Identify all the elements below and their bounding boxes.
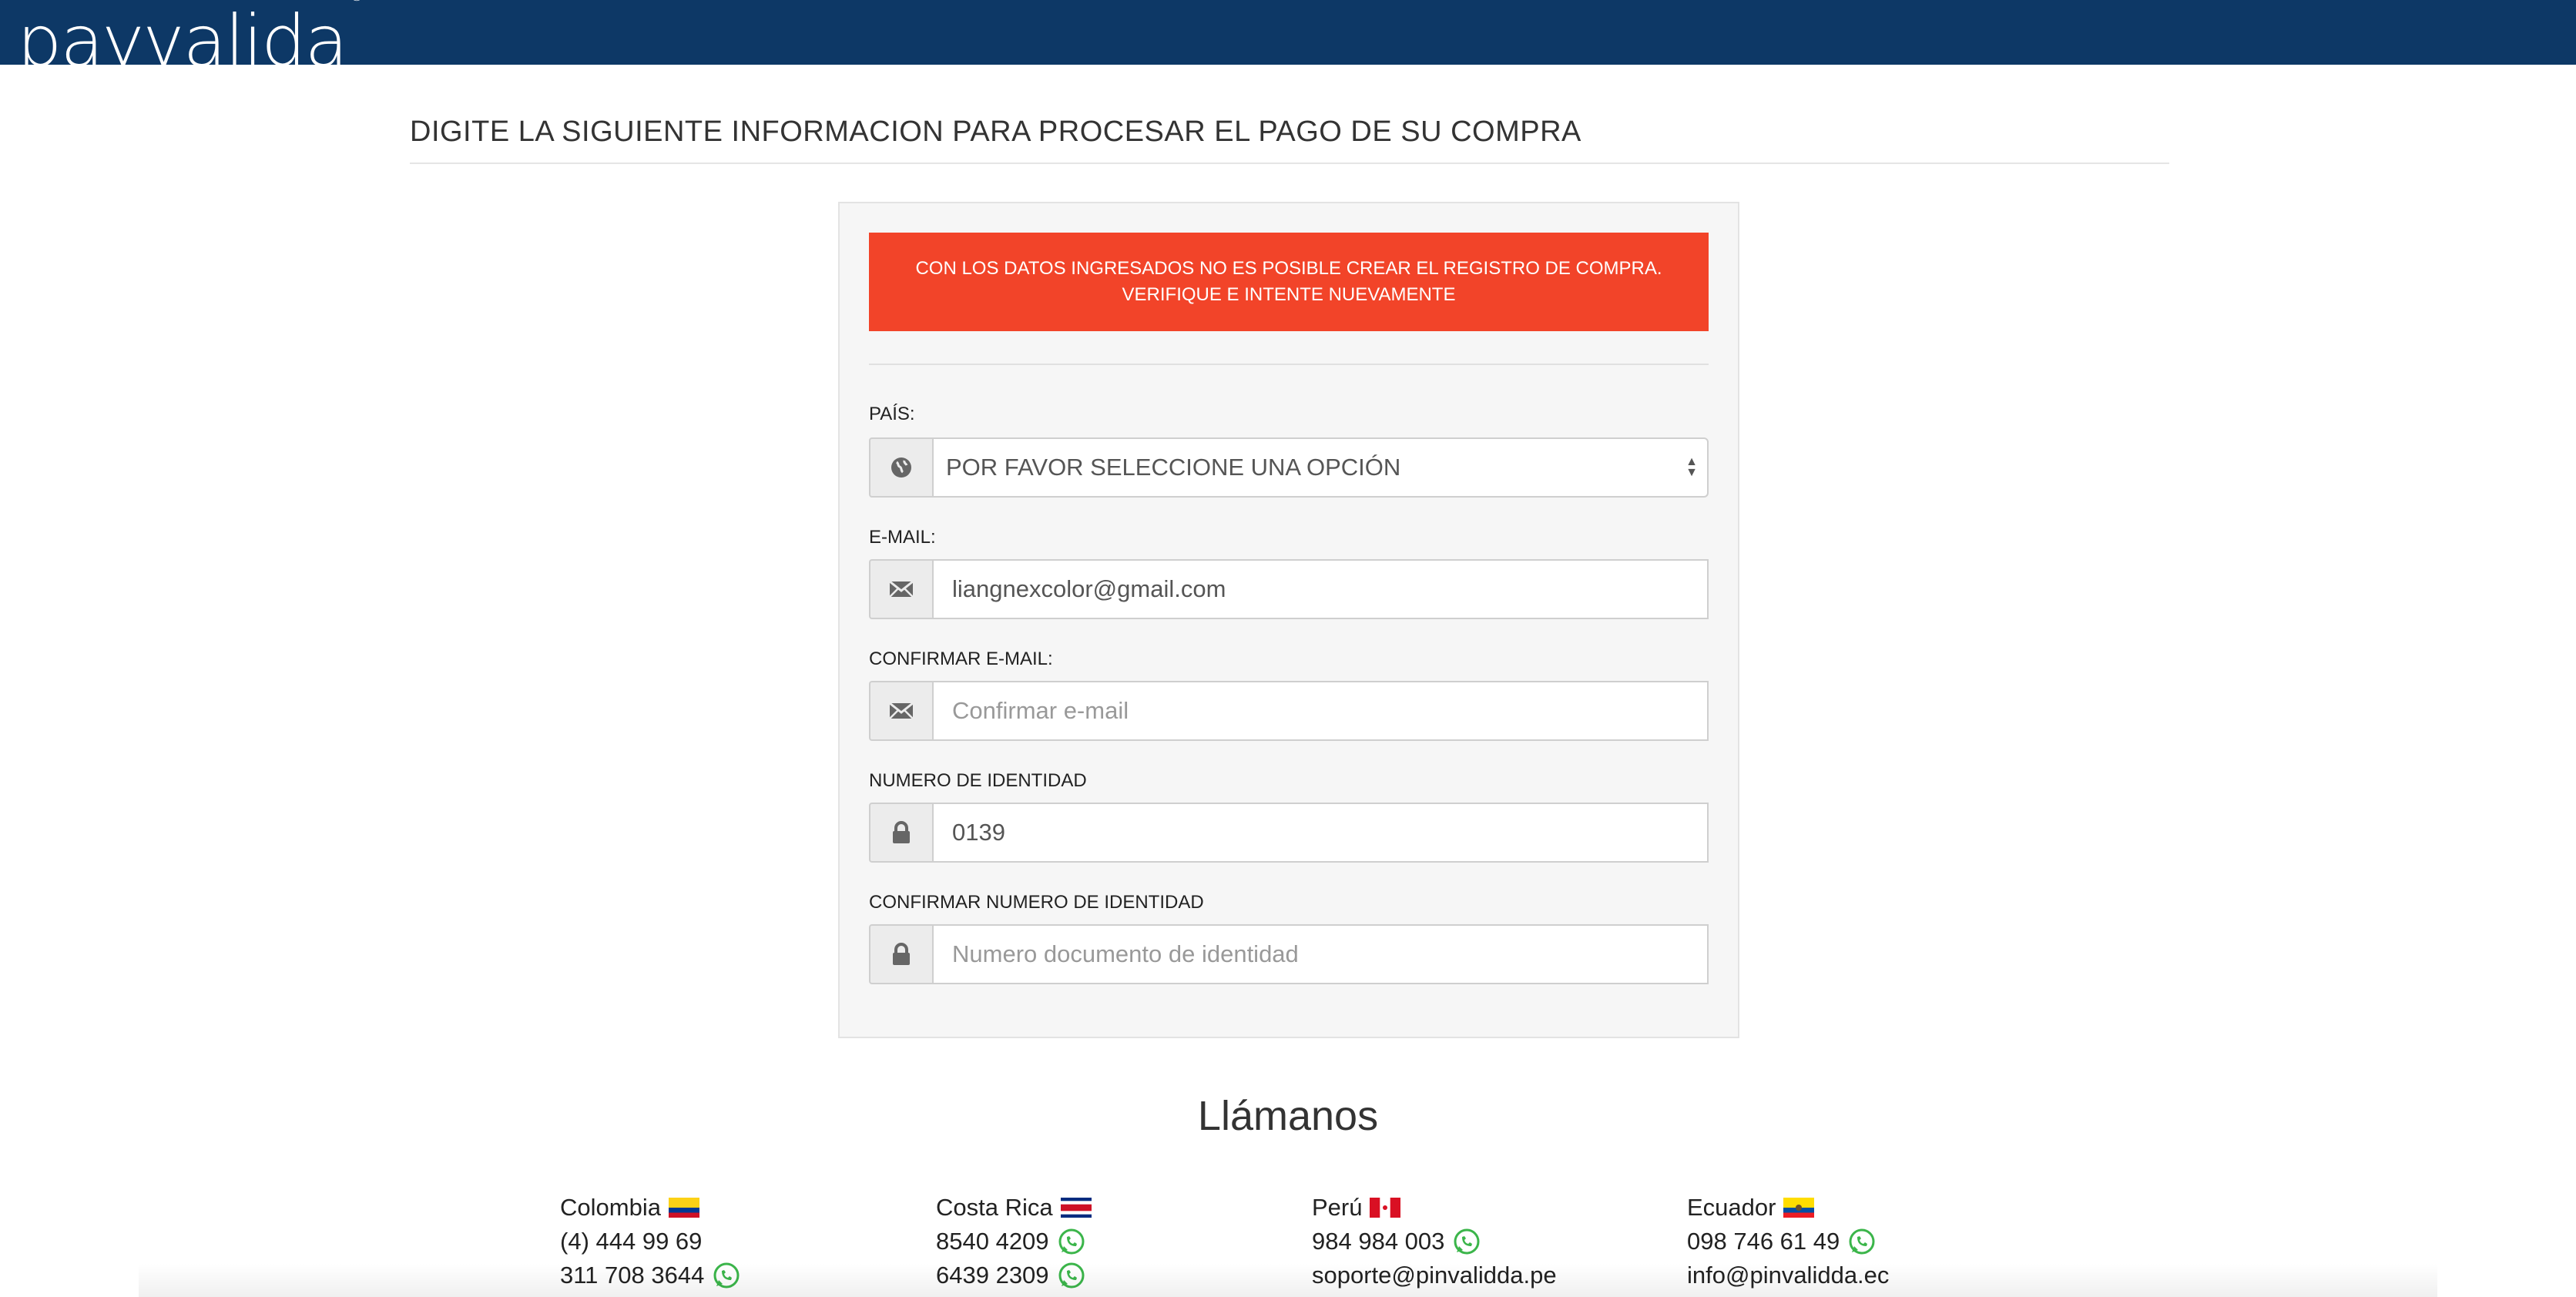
page-title: DIGITE LA SIGUIENTE INFORMACION PARA PRO… bbox=[410, 116, 2169, 164]
top-header-bar: payvalida® bbox=[0, 0, 2576, 65]
phone-number[interactable]: (4) 444 99 69 bbox=[560, 1225, 702, 1258]
id-number-input[interactable]: 0139 bbox=[932, 803, 1709, 863]
lock-icon bbox=[869, 803, 932, 863]
confirm-email-field-group: Confirmar e-mail bbox=[869, 681, 1709, 741]
ecuador-flag-icon bbox=[1783, 1198, 1815, 1218]
email-label: E-MAIL: bbox=[869, 527, 936, 548]
select-arrows-icon: ▲ ▼ bbox=[1685, 455, 1698, 479]
contact-ecuador: Ecuador 098 746 61 49 info@pinvalidda.ec bbox=[1687, 1191, 1889, 1292]
logo-text: payvalida bbox=[17, 0, 348, 65]
error-alert: CON LOS DATOS INGRESADOS NO ES POSIBLE C… bbox=[869, 233, 1709, 331]
country-name: Colombia bbox=[560, 1194, 661, 1221]
country-name: Ecuador bbox=[1687, 1194, 1776, 1221]
form-divider bbox=[869, 364, 1709, 365]
phone-number[interactable]: 984 984 003 bbox=[1312, 1225, 1444, 1258]
contact-peru: Perú 984 984 003 soporte@pinvalidda.pe bbox=[1312, 1191, 1557, 1292]
payvalida-logo[interactable]: payvalida® bbox=[17, 0, 365, 65]
confirm-id-label: CONFIRMAR NUMERO DE IDENTIDAD bbox=[869, 892, 1204, 913]
country-name: Costa Rica bbox=[936, 1194, 1053, 1221]
country-select[interactable]: POR FAVOR SELECCIONE UNA OPCIÓN ▲ ▼ bbox=[932, 437, 1709, 498]
country-field: POR FAVOR SELECCIONE UNA OPCIÓN ▲ ▼ bbox=[869, 437, 1709, 498]
whatsapp-icon[interactable] bbox=[1452, 1227, 1481, 1256]
lock-icon bbox=[869, 924, 932, 984]
id-number-field-group: 0139 bbox=[869, 803, 1709, 863]
phone-number[interactable]: 098 746 61 49 bbox=[1687, 1225, 1840, 1258]
call-us-title: Llámanos bbox=[1197, 1093, 1379, 1139]
whatsapp-icon[interactable] bbox=[1057, 1261, 1086, 1290]
whatsapp-icon[interactable] bbox=[1847, 1227, 1877, 1256]
globe-icon bbox=[869, 437, 932, 498]
peru-flag-icon bbox=[1370, 1198, 1401, 1218]
envelope-icon bbox=[869, 681, 932, 741]
country-name: Perú bbox=[1312, 1194, 1363, 1221]
email-input[interactable]: liangnexcolor@gmail.com bbox=[932, 559, 1709, 619]
whatsapp-icon[interactable] bbox=[1057, 1227, 1086, 1256]
confirm-email-label: CONFIRMAR E-MAIL: bbox=[869, 648, 1053, 669]
support-email[interactable]: soporte@pinvalidda.pe bbox=[1312, 1258, 1557, 1292]
colombia-flag-icon bbox=[668, 1198, 699, 1218]
envelope-icon bbox=[869, 559, 932, 619]
support-email[interactable]: info@pinvalidda.ec bbox=[1687, 1258, 1889, 1292]
confirm-id-input[interactable]: Numero documento de identidad bbox=[932, 924, 1709, 984]
email-field-group: liangnexcolor@gmail.com bbox=[869, 559, 1709, 619]
id-number-label: NUMERO DE IDENTIDAD bbox=[869, 770, 1087, 791]
country-label: PAÍS: bbox=[869, 404, 915, 424]
whatsapp-icon[interactable] bbox=[712, 1261, 741, 1290]
phone-number[interactable]: 6439 2309 bbox=[936, 1258, 1049, 1292]
footer-shadow bbox=[139, 1263, 2437, 1297]
confirm-id-field-group: Numero documento de identidad bbox=[869, 924, 1709, 984]
phone-number[interactable]: 311 708 3644 bbox=[560, 1258, 704, 1292]
country-select-value: POR FAVOR SELECCIONE UNA OPCIÓN bbox=[946, 454, 1401, 481]
error-alert-message: CON LOS DATOS INGRESADOS NO ES POSIBLE C… bbox=[915, 258, 1662, 305]
logo-registered-mark: ® bbox=[348, 0, 365, 5]
costa-rica-flag-icon bbox=[1060, 1198, 1092, 1218]
confirm-email-input[interactable]: Confirmar e-mail bbox=[932, 681, 1709, 741]
payment-form-panel: CON LOS DATOS INGRESADOS NO ES POSIBLE C… bbox=[838, 202, 1739, 1038]
contact-colombia: Colombia (4) 444 99 69 311 708 3644 bbox=[560, 1191, 741, 1292]
contact-costa-rica: Costa Rica 8540 4209 6439 2309 bbox=[936, 1191, 1092, 1292]
phone-number[interactable]: 8540 4209 bbox=[936, 1225, 1049, 1258]
